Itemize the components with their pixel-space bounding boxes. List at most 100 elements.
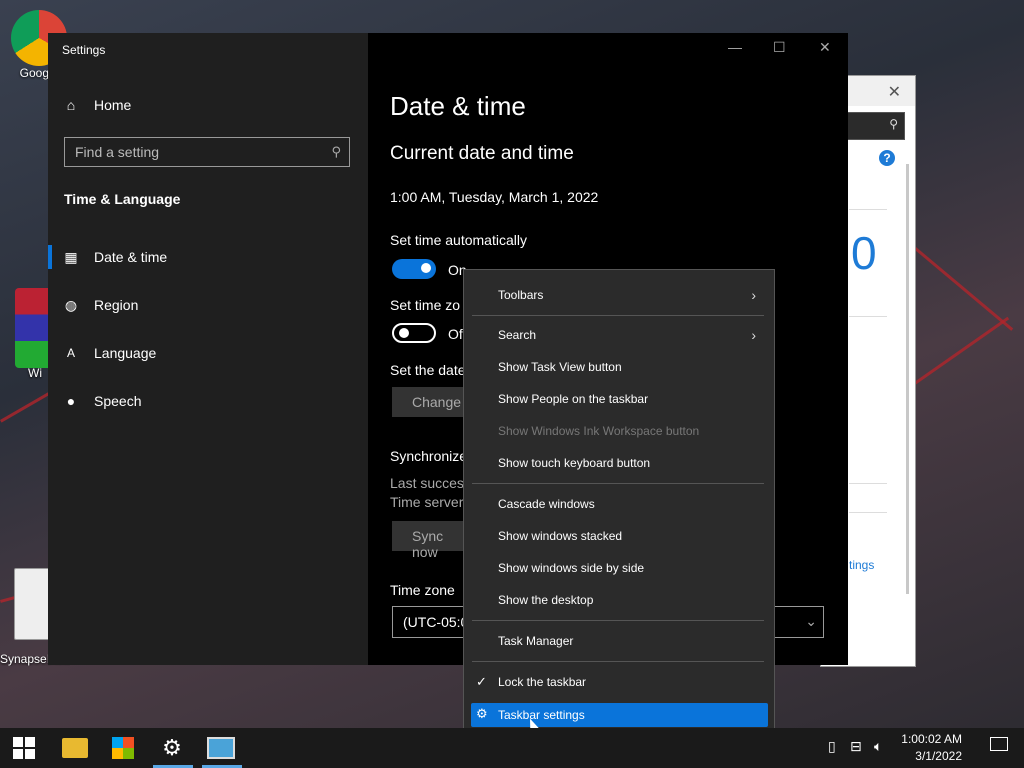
notification-icon[interactable]	[990, 737, 1008, 751]
menu-item-label: Task Manager	[498, 634, 574, 648]
set-timezone-auto-label: Set time zo	[390, 297, 461, 313]
find-setting-input[interactable]: Find a setting ⚲	[64, 137, 350, 167]
help-icon[interactable]: ?	[879, 150, 895, 166]
menu-item-show-people[interactable]: Show People on the taskbar	[498, 385, 766, 413]
nav-item-label: Language	[94, 345, 157, 361]
menu-item-label: Show Windows Ink Workspace button	[498, 424, 700, 438]
chevron-right-icon: ›	[751, 327, 756, 343]
taskbar-control-panel[interactable]	[207, 734, 235, 762]
nav-active-indicator	[48, 245, 52, 269]
menu-item-lock-taskbar[interactable]: Lock the taskbar	[498, 668, 766, 696]
menu-item-windows-side-by-side[interactable]: Show windows side by side	[498, 554, 766, 582]
menu-item-show-desktop[interactable]: Show the desktop	[498, 586, 766, 614]
nav-item-date-time[interactable]: ▦ Date & time	[64, 249, 167, 265]
checkmark-icon: ✓	[476, 674, 487, 689]
divider	[849, 316, 887, 317]
menu-item-label: Toolbars	[498, 288, 544, 302]
volume-mute-icon[interactable]: 🔈︎	[874, 738, 882, 755]
menu-item-label: Show People on the taskbar	[498, 392, 649, 406]
toggle-knob	[399, 328, 409, 338]
taskbar[interactable]: ⚙ ▯ ⊟ 🔈︎ 1:00:02 AM 3/1/2022	[0, 728, 1024, 768]
divider	[849, 209, 887, 210]
gear-icon: ⚙	[476, 706, 488, 721]
menu-item-label: Lock the taskbar	[498, 675, 587, 689]
background-window-link[interactable]: tings	[849, 558, 874, 572]
last-sync-text: Last success	[390, 475, 471, 491]
settings-nav-pane: Settings ⌂ Home Find a setting ⚲ Time & …	[48, 33, 368, 665]
chevron-down-icon: ⌄	[805, 613, 817, 629]
set-timezone-auto-toggle[interactable]	[392, 323, 436, 343]
scrollbar[interactable]	[906, 164, 909, 594]
menu-separator	[472, 483, 764, 484]
menu-item-show-touch-keyboard[interactable]: Show touch keyboard button	[498, 449, 766, 477]
menu-item-label: Cascade windows	[498, 497, 595, 511]
nav-item-label: Date & time	[94, 249, 168, 265]
start-button[interactable]	[10, 734, 38, 762]
page-title: Date & time	[390, 91, 526, 121]
gear-icon: ⚙	[162, 735, 182, 760]
menu-item-toolbars[interactable]: Toolbars ›	[498, 281, 766, 309]
network-icon[interactable]: ⊟	[850, 738, 862, 755]
nav-section-header: Time & Language	[64, 191, 181, 207]
menu-item-label: Show the desktop	[498, 593, 594, 607]
toggle-knob	[421, 263, 431, 273]
menu-item-task-manager[interactable]: Task Manager	[498, 627, 766, 655]
window-title: Settings	[62, 43, 106, 57]
synchronize-label: Synchronize	[390, 448, 468, 464]
taskbar-settings[interactable]: ⚙	[158, 734, 186, 762]
minimize-icon[interactable]: —	[728, 39, 742, 55]
menu-item-search[interactable]: Search ›	[498, 321, 766, 349]
menu-item-label: Show windows side by side	[498, 561, 645, 575]
globe-icon: ◍	[64, 297, 78, 313]
menu-separator	[472, 661, 764, 662]
menu-item-label: Show touch keyboard button	[498, 456, 651, 470]
find-setting-placeholder: Find a setting	[75, 144, 160, 160]
clock-time: 1:00:02 AM	[901, 732, 962, 746]
search-icon: ⚲	[889, 117, 898, 131]
set-timezone-auto-state: Of	[448, 326, 463, 342]
taskbar-context-menu: Toolbars › Search › Show Task View butto…	[463, 269, 775, 738]
calendar-clock-icon: ▦	[64, 249, 78, 265]
taskbar-clock[interactable]: 1:00:02 AM 3/1/2022	[901, 731, 962, 765]
menu-item-cascade-windows[interactable]: Cascade windows	[498, 490, 766, 518]
timezone-value: (UTC-05:0	[403, 614, 469, 630]
maximize-icon[interactable]: ☐	[773, 39, 786, 56]
taskbar-file-explorer[interactable]	[61, 734, 89, 762]
menu-item-label: Search	[498, 328, 537, 342]
language-icon: A	[66, 346, 75, 360]
menu-item-windows-stacked[interactable]: Show windows stacked	[498, 522, 766, 550]
menu-item-label: Taskbar settings	[498, 708, 585, 722]
windows-logo-icon	[13, 737, 35, 759]
clock-date: 3/1/2022	[915, 749, 962, 763]
menu-item-show-task-view[interactable]: Show Task View button	[498, 353, 766, 381]
menu-item-label: Show windows stacked	[498, 529, 623, 543]
taskbar-microsoft-store[interactable]	[109, 734, 137, 762]
folder-icon	[62, 738, 88, 758]
usb-icon[interactable]: ▯	[828, 738, 836, 755]
section-title: Current date and time	[390, 143, 574, 164]
nav-home[interactable]: ⌂ Home	[64, 97, 132, 113]
chevron-right-icon: ›	[751, 287, 756, 303]
microphone-icon: ●	[66, 393, 76, 409]
divider	[849, 512, 887, 513]
home-icon: ⌂	[66, 97, 76, 113]
nav-item-language[interactable]: A Language	[64, 345, 156, 361]
close-icon[interactable]: ✕	[819, 39, 831, 56]
control-panel-icon	[207, 737, 235, 759]
nav-home-label: Home	[94, 97, 132, 113]
nav-item-speech[interactable]: ● Speech	[64, 393, 142, 409]
set-date-manually-label: Set the date	[390, 362, 466, 378]
close-icon[interactable]: ✕	[888, 82, 901, 102]
current-datetime: 1:00 AM, Tuesday, March 1, 2022	[390, 189, 599, 205]
menu-separator	[472, 620, 764, 621]
set-time-auto-toggle[interactable]	[392, 259, 436, 279]
timezone-label: Time zone	[390, 582, 455, 598]
background-window-big-number: 0	[851, 227, 877, 279]
menu-item-show-ink-workspace: Show Windows Ink Workspace button	[498, 417, 766, 445]
menu-separator	[472, 315, 764, 316]
search-icon: ⚲	[331, 144, 341, 159]
background-window-search[interactable]: ⚲	[843, 112, 905, 140]
set-time-auto-label: Set time automatically	[390, 232, 527, 248]
nav-item-region[interactable]: ◍ Region	[64, 297, 138, 313]
nav-item-label: Region	[94, 297, 139, 313]
